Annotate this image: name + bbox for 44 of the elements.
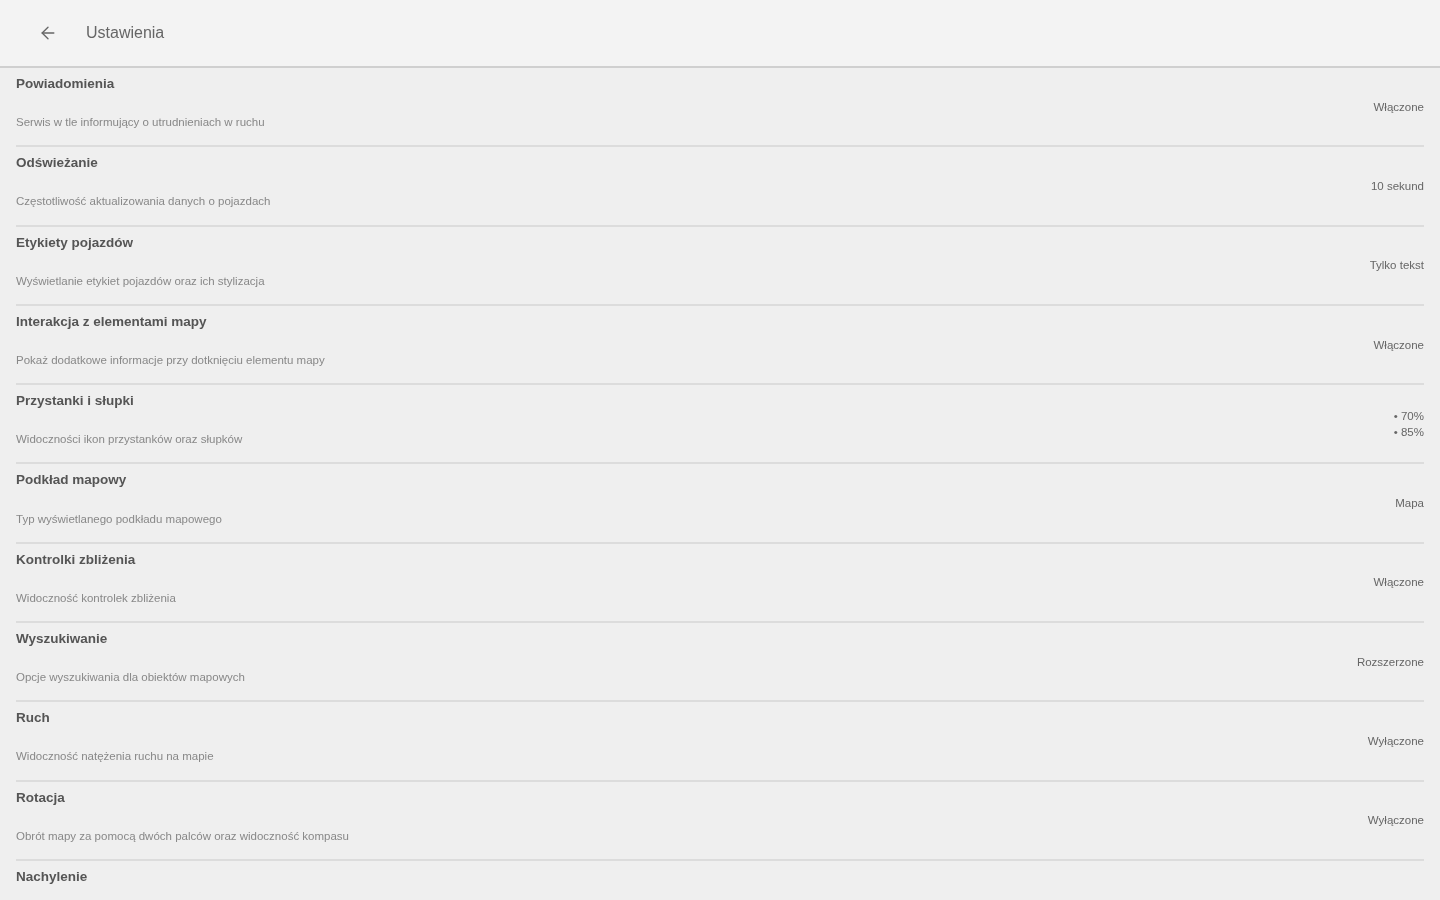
setting-title: Nachylenie — [16, 867, 89, 886]
setting-description: Wyświetlanie etykiet pojazdów oraz ich stylizacja — [16, 273, 266, 289]
setting-title: Kontrolki zbliżenia — [16, 550, 137, 569]
settings-row[interactable]: Wyszukiwanie Opcje wyszukiwania dla obiektów mapowych Rozszerzone — [16, 623, 1424, 703]
settings-row[interactable]: Przystanki i słupki Widoczności ikon przystanków oraz słupków • 70% • 85% — [16, 385, 1424, 465]
setting-description: Widoczność kontrolek zbliżenia — [16, 590, 177, 606]
settings-row[interactable]: Nachylenie — [16, 860, 1424, 900]
setting-description: Widoczność natężenia ruchu na mapie — [16, 749, 215, 765]
setting-title: Ruch — [16, 709, 51, 728]
setting-value: Tylko tekst — [1369, 258, 1424, 274]
settings-row[interactable]: Powiadomienia Serwis w tle informujący o utrudnieniach w ruchu Włączone — [16, 68, 1424, 148]
settings-row[interactable]: Odświeżanie Częstotliwość aktualizowania danych o pojazdach 10 sekund — [16, 147, 1424, 227]
setting-value: • 85% — [1393, 424, 1424, 440]
setting-title: Powiadomienia — [16, 75, 116, 93]
setting-description: Opcje wyszukiwania dla obiektów mapowych — [16, 670, 246, 686]
setting-description: Obrót mapy za pomocą dwóch palców oraz widoczność kompasu — [16, 828, 351, 844]
setting-description: Typ wyświetlanego podkładu mapowego — [16, 511, 223, 527]
settings-row[interactable]: Rotacja Obrót mapy za pomocą dwóch palców oraz widoczność kompasu Wyłączone — [16, 781, 1424, 861]
setting-title: Przystanki i słupki — [16, 392, 135, 411]
setting-title: Etykiety pojazdów — [16, 233, 135, 252]
setting-title: Podkład mapowy — [16, 471, 128, 490]
setting-description: Pokaż dodatkowe informacje przy dotknięciu elementu mapy — [16, 352, 326, 368]
setting-value: Włączone — [1373, 99, 1424, 115]
setting-value: Włączone — [1373, 337, 1424, 353]
setting-value: • 70% — [1393, 408, 1424, 424]
setting-description: Serwis w tle informujący o utrudnieniach w ruchu — [16, 115, 266, 131]
setting-title: Rotacja — [16, 788, 66, 807]
setting-value: Rozszerzone — [1356, 654, 1424, 670]
setting-description: Częstotliwość aktualizowania danych o pojazdach — [16, 194, 272, 210]
settings-row[interactable]: Interakcja z elementami mapy Pokaż dodatkowe informacje przy dotknięciu elementu mapy Włączone — [16, 305, 1424, 386]
setting-title: Interakcja z elementami mapy — [16, 312, 208, 331]
setting-value: Wyłączone — [1367, 813, 1424, 829]
setting-description: Widoczności ikon przystanków oraz słupków — [16, 432, 244, 448]
toolbar-title: Ustawienia — [86, 23, 165, 43]
setting-value: Włączone — [1373, 575, 1424, 591]
setting-value: Wyłączone — [1367, 734, 1424, 749]
setting-title: Odświeżanie — [16, 154, 99, 173]
setting-value: 10 sekund — [1370, 178, 1424, 194]
settings-row[interactable]: Podkład mapowy Typ wyświetlanego podkładu mapowego Mapa — [16, 464, 1424, 544]
settings-row[interactable]: Etykiety pojazdów Wyświetlanie etykiet pojazdów oraz ich stylizacja Tylko tekst — [16, 226, 1424, 306]
settings-row[interactable]: Ruch Widoczność natężenia ruchu na mapie Wyłączone — [16, 702, 1424, 782]
setting-value: Mapa — [1395, 496, 1424, 512]
settings-row[interactable]: Kontrolki zbliżenia Widoczność kontrolek zbliżenia Włączone — [16, 543, 1424, 624]
setting-title: Wyszukiwanie — [16, 630, 109, 649]
